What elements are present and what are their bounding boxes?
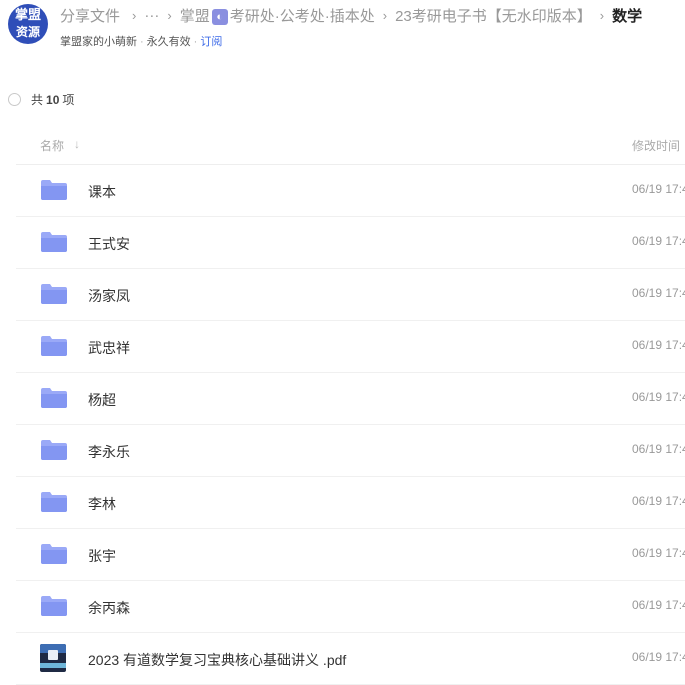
file-modified-time: 06/19 17:4 [632, 442, 685, 456]
file-modified-time: 06/19 17:4 [632, 182, 685, 196]
emoji-badge-icon: ◐ [211, 8, 228, 25]
breadcrumb-separator-icon: › [132, 7, 137, 23]
file-row[interactable]: 李林 06/19 17:4 [16, 477, 685, 529]
avatar-text-line1: 掌盟 [14, 8, 41, 23]
breadcrumb: 分享文件 › ··· › 掌盟 ◐ 考研处·公考处·插本处 › 23考研电子书【无水… [60, 4, 642, 26]
share-validity: 永久有效 [146, 36, 191, 48]
folder-icon [41, 232, 67, 252]
pdf-thumbnail-square [48, 650, 58, 660]
file-row[interactable]: 课本 06/19 17:4 [16, 165, 685, 217]
breadcrumb-item-23kaoyan[interactable]: 23考研电子书【无水印版本】 [395, 5, 592, 26]
file-modified-time: 06/19 17:4 [632, 234, 685, 248]
file-modified-time: 06/19 17:4 [632, 390, 685, 404]
file-row[interactable]: 汤家凤 06/19 17:4 [16, 269, 685, 321]
column-header-name[interactable]: 名称 [40, 137, 64, 154]
meta-dot: · [140, 36, 144, 48]
file-row[interactable]: 杨超 06/19 17:4 [16, 373, 685, 425]
avatar-text-line2: 资源 [15, 25, 40, 39]
folder-icon [41, 596, 67, 616]
file-modified-time: 06/19 17:4 [632, 598, 685, 612]
file-modified-time: 06/19 17:4 [632, 338, 685, 352]
file-modified-time: 06/19 17:4 [632, 286, 685, 300]
pdf-thumbnail-stripe [40, 663, 66, 668]
folder-icon [41, 388, 67, 408]
item-count-row: 共 10 项 [8, 91, 74, 108]
breadcrumb-item-prefix: 掌盟 [179, 7, 210, 25]
sort-down-icon[interactable]: ↓ [74, 137, 80, 151]
file-name[interactable]: 余丙森 [88, 598, 130, 618]
file-row[interactable]: 余丙森 06/19 17:4 [16, 581, 685, 633]
subscribe-link[interactable]: 订阅 [200, 36, 222, 48]
breadcrumb-item-zhangmeng[interactable]: 掌盟 ◐ 考研处·公考处·插本处 [180, 5, 375, 26]
count-value: 10 [46, 92, 60, 107]
breadcrumb-current: 数学 [612, 7, 643, 25]
share-meta: 掌盟家的小萌新 · 永久有效 · 订阅 [60, 33, 222, 49]
share-owner-name[interactable]: 掌盟家的小萌新 [60, 36, 137, 48]
folder-icon [41, 284, 67, 304]
file-row[interactable]: 李永乐 06/19 17:4 [16, 425, 685, 477]
folder-icon [41, 440, 67, 460]
count-suffix: 项 [62, 93, 75, 107]
file-name[interactable]: 武忠祥 [88, 338, 130, 358]
breadcrumb-root[interactable]: 分享文件 [60, 5, 120, 26]
file-modified-time: 06/19 17:4 [632, 650, 685, 664]
folder-icon [41, 492, 67, 512]
file-modified-time: 06/19 17:4 [632, 546, 685, 560]
folder-icon [41, 180, 67, 200]
column-header-modified-time[interactable]: 修改时间 [632, 137, 680, 154]
file-name[interactable]: 李永乐 [88, 442, 130, 462]
file-name[interactable]: 杨超 [88, 390, 116, 410]
file-name[interactable]: 汤家凤 [88, 286, 130, 306]
breadcrumb-item-suffix: 考研处·公考处·插本处 [229, 7, 375, 25]
breadcrumb-separator-icon: › [599, 7, 605, 23]
breadcrumb-separator-icon: › [382, 7, 388, 23]
file-row[interactable]: 武忠祥 06/19 17:4 [16, 321, 685, 373]
file-name[interactable]: 课本 [88, 182, 116, 202]
folder-icon [41, 544, 67, 564]
file-row[interactable]: 2023 有道数学复习宝典核心基础讲义 .pdf 06/19 17:4 [16, 633, 685, 685]
file-name[interactable]: 2023 有道数学复习宝典核心基础讲义 .pdf [88, 650, 346, 670]
breadcrumb-ellipsis-button[interactable]: ··· [144, 7, 159, 24]
meta-dot: · [193, 36, 198, 48]
file-list-header: 名称 ↓ 修改时间 [16, 128, 685, 165]
pdf-file-icon [40, 644, 66, 672]
breadcrumb-separator-icon: › [167, 7, 172, 23]
share-owner-avatar[interactable]: 掌盟 资源 [8, 4, 48, 44]
file-modified-time: 06/19 17:4 [632, 494, 685, 508]
folder-icon [41, 336, 67, 356]
file-row[interactable]: 张宇 06/19 17:4 [16, 529, 685, 581]
file-name[interactable]: 王式安 [88, 234, 130, 254]
file-row[interactable]: 王式安 06/19 17:4 [16, 217, 685, 269]
file-name[interactable]: 张宇 [88, 546, 116, 566]
select-all-checkbox[interactable] [8, 93, 21, 106]
file-name[interactable]: 李林 [88, 494, 116, 514]
count-prefix: 共 [31, 93, 44, 107]
file-list: 课本 06/19 17:4 王式安 06/19 17:4 汤家凤 06/19 1… [16, 165, 685, 685]
